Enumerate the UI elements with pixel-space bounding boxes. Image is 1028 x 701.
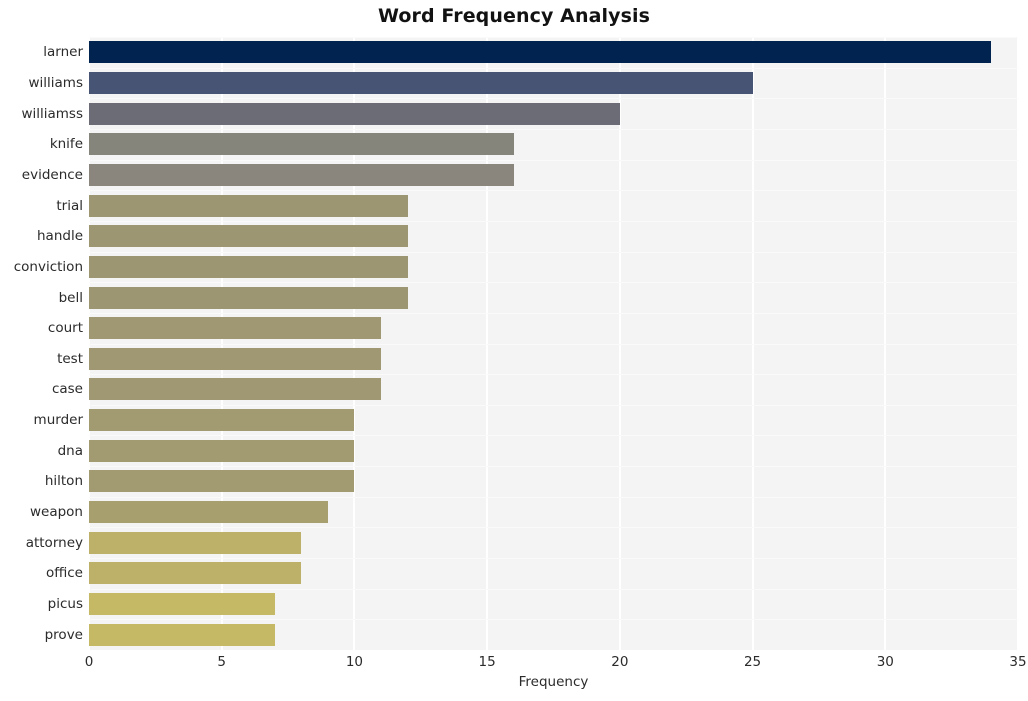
y-tick-label-williams: williams bbox=[28, 74, 83, 91]
x-tick-label-25: 25 bbox=[743, 654, 762, 670]
y-tick-label-prove: prove bbox=[44, 626, 83, 643]
bar-picus bbox=[89, 593, 275, 616]
gridline-horizontal bbox=[89, 67, 1018, 69]
gridline-horizontal bbox=[89, 312, 1018, 314]
y-tick-label-weapon: weapon bbox=[29, 504, 83, 521]
x-axis: 0 5 10 15 20 25 30 35 bbox=[85, 650, 1027, 674]
x-tick-label-15: 15 bbox=[478, 654, 496, 670]
gridline-horizontal bbox=[89, 496, 1018, 498]
bar-williamss bbox=[89, 102, 620, 125]
bar-bell bbox=[89, 286, 408, 309]
y-tick-label-bell: bell bbox=[58, 289, 83, 306]
x-tick-label-0: 0 bbox=[84, 654, 94, 670]
x-tick-label-30: 30 bbox=[876, 654, 894, 670]
gridline-horizontal bbox=[89, 558, 1018, 560]
y-tick-label-court: court bbox=[47, 320, 83, 337]
gridline-horizontal bbox=[89, 190, 1018, 192]
y-tick-label-williamss: williamss bbox=[21, 105, 83, 122]
bar-court bbox=[89, 317, 381, 340]
y-tick-label-attorney: attorney bbox=[25, 534, 83, 551]
x-tick-label-20: 20 bbox=[611, 654, 629, 670]
gridline-horizontal bbox=[89, 527, 1018, 529]
y-tick-label-handle: handle bbox=[36, 228, 83, 245]
y-tick-label-case: case bbox=[51, 381, 83, 398]
gridline-horizontal bbox=[89, 588, 1018, 590]
x-tick-label-10: 10 bbox=[345, 654, 364, 670]
x-tick-label-35: 35 bbox=[1009, 654, 1027, 670]
bar-murder bbox=[89, 409, 355, 432]
y-tick-label-trial: trial bbox=[56, 197, 83, 214]
gridline-horizontal bbox=[89, 282, 1018, 284]
gridline-horizontal bbox=[89, 159, 1018, 161]
bar-test bbox=[89, 347, 381, 370]
y-tick-label-picus: picus bbox=[47, 596, 83, 613]
page-title: Word Frequency Analysis bbox=[377, 5, 651, 27]
gridline-horizontal bbox=[89, 98, 1018, 100]
bar-case bbox=[89, 378, 381, 401]
bar-evidence bbox=[89, 163, 514, 186]
bar-office bbox=[89, 562, 302, 585]
bar-weapon bbox=[89, 501, 328, 524]
y-tick-label-murder: murder bbox=[33, 412, 83, 429]
y-tick-label-knife: knife bbox=[49, 136, 83, 153]
bar-dna bbox=[89, 439, 355, 462]
gridline-horizontal bbox=[89, 37, 1018, 38]
gridline-horizontal bbox=[89, 220, 1018, 222]
bar-attorney bbox=[89, 531, 302, 554]
gridline-horizontal bbox=[89, 128, 1018, 130]
bar-larner bbox=[89, 41, 992, 64]
y-tick-label-conviction: conviction bbox=[13, 258, 83, 275]
gridline-horizontal bbox=[89, 619, 1018, 621]
bar-williams bbox=[89, 71, 753, 94]
bar-handle bbox=[89, 225, 408, 248]
y-tick-label-dna: dna bbox=[57, 442, 83, 459]
gridline-horizontal bbox=[89, 404, 1018, 406]
y-tick-label-test: test bbox=[57, 350, 83, 367]
y-tick-label-evidence: evidence bbox=[21, 166, 83, 183]
y-tick-label-office: office bbox=[45, 565, 83, 582]
gridline-horizontal bbox=[89, 374, 1018, 376]
gridline-horizontal bbox=[89, 466, 1018, 468]
x-axis-label: Frequency bbox=[518, 674, 589, 690]
bar-trial bbox=[89, 194, 408, 217]
bar-conviction bbox=[89, 255, 408, 278]
y-axis: larner williams williamss knife evidence tria… bbox=[0, 37, 83, 650]
chart-figure: Word Frequency Analysis larner williams wi… bbox=[0, 0, 1028, 701]
gridline-horizontal bbox=[89, 435, 1018, 437]
bar-knife bbox=[89, 133, 514, 156]
y-tick-label-larner: larner bbox=[43, 44, 83, 61]
y-tick-label-hilton: hilton bbox=[44, 473, 83, 490]
x-tick-label-5: 5 bbox=[217, 654, 226, 670]
bar-prove bbox=[89, 623, 275, 646]
gridline-horizontal bbox=[89, 343, 1018, 345]
bar-hilton bbox=[89, 470, 355, 493]
plot-area bbox=[89, 37, 1018, 650]
gridline-horizontal bbox=[89, 251, 1018, 253]
